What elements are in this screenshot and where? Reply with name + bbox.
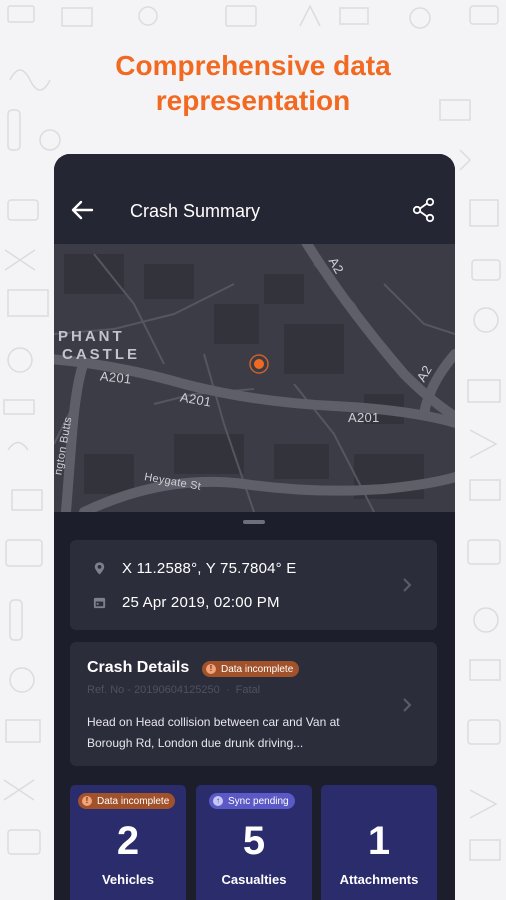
data-incomplete-badge: ! Data incomplete: [202, 661, 300, 677]
summary-sheet: X 11.2588°, Y 75.7804° E 25 Apr 2019, 02…: [54, 512, 455, 900]
data-incomplete-badge: ! Data incomplete: [78, 793, 176, 809]
share-icon[interactable]: [410, 196, 438, 224]
phone-screen: Crash Summary PHANT CASTLE A201 A201 A20…: [54, 154, 455, 900]
crash-details-title: Crash Details: [87, 659, 190, 676]
headline-line-1: Comprehensive data: [115, 50, 391, 81]
map-road-label: A201: [99, 368, 133, 387]
badge-label: Sync pending: [228, 795, 289, 807]
headline: Comprehensive data representation: [0, 48, 506, 118]
coordinates-text: X 11.2588°, Y 75.7804° E: [122, 559, 297, 577]
page-title: Crash Summary: [130, 201, 261, 221]
datetime-text: 25 Apr 2019, 02:00 PM: [122, 593, 280, 611]
vehicles-label: Vehicles: [101, 872, 155, 887]
reference-number: Ref. No - 20190604125250: [87, 684, 220, 696]
map-view[interactable]: PHANT CASTLE A201 A201 A201 A2 A2 Heygat…: [54, 244, 455, 512]
attachments-label: Attachments: [339, 872, 419, 887]
chevron-right-icon: [403, 578, 412, 592]
casualties-count: 5: [242, 819, 266, 863]
separator-dot: ·: [222, 684, 233, 696]
severity-label: Fatal: [235, 684, 261, 696]
casualties-card[interactable]: ↑ Sync pending 5 Casualties: [196, 785, 312, 900]
map-road-label: A201: [348, 410, 380, 425]
attachments-count: 1: [367, 819, 391, 863]
crash-details-card[interactable]: Crash Details ! Data incomplete Ref. No …: [70, 642, 437, 766]
datetime-row: 25 Apr 2019, 02:00 PM: [92, 592, 280, 612]
sync-pending-badge: ↑ Sync pending: [209, 793, 295, 809]
calendar-icon: [93, 597, 106, 608]
location-card[interactable]: X 11.2588°, Y 75.7804° E 25 Apr 2019, 02…: [70, 540, 437, 630]
vehicles-card[interactable]: ! Data incomplete 2 Vehicles: [70, 785, 186, 900]
attachments-card[interactable]: 1 Attachments: [321, 785, 437, 900]
app-bar: Crash Summary: [54, 154, 455, 244]
chevron-right-icon: [403, 698, 412, 712]
badge-label: Data incomplete: [97, 795, 170, 807]
casualties-label: Casualties: [221, 872, 287, 887]
arrow-left-icon[interactable]: [66, 194, 98, 226]
warning-icon: !: [82, 796, 92, 806]
pin-icon: [94, 561, 105, 575]
sync-icon: ↑: [213, 796, 223, 806]
reference-line: Ref. No - 20190604125250 · Fatal: [87, 684, 260, 696]
sheet-drag-handle[interactable]: [243, 520, 265, 524]
vehicles-count: 2: [116, 819, 140, 863]
headline-line-2: representation: [155, 85, 351, 116]
warning-icon: !: [206, 664, 216, 674]
coordinates-row: X 11.2588°, Y 75.7804° E: [92, 558, 296, 578]
crash-description: Head on Head collision between car and V…: [87, 715, 340, 750]
map-place-label-2: CASTLE: [62, 346, 140, 363]
badge-label: Data incomplete: [221, 663, 294, 675]
map-place-label-1: PHANT: [58, 328, 125, 345]
